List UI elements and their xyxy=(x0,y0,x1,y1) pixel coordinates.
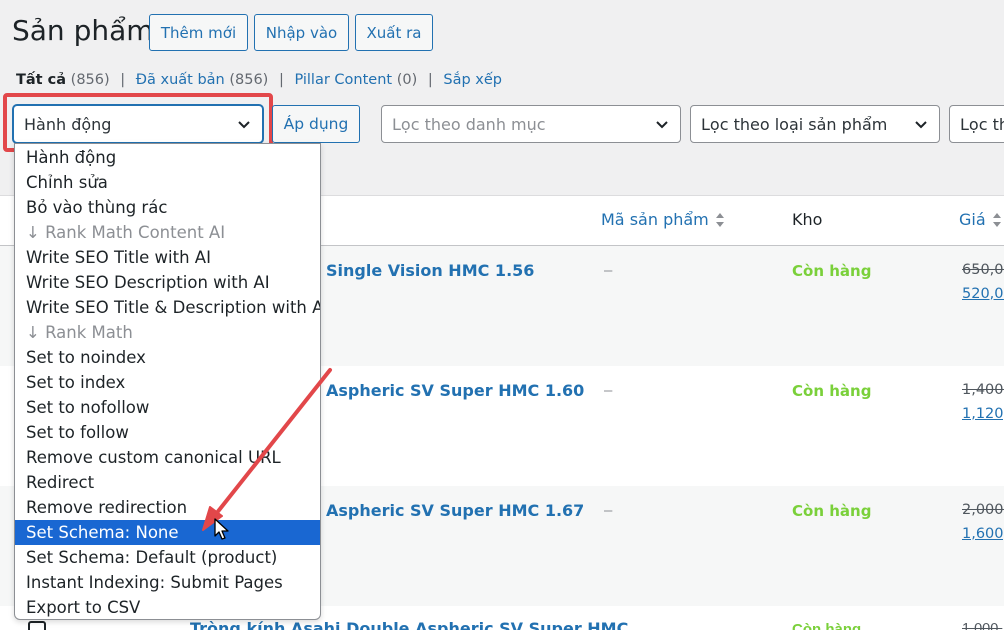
dropdown-option[interactable]: Write SEO Description with AI xyxy=(15,270,320,295)
dropdown-option[interactable]: Write SEO Title with AI xyxy=(15,245,320,270)
status-views: Tất cả (856) | Đã xuất bản (856) | Pilla… xyxy=(16,72,502,88)
price-sale: 1,120, xyxy=(962,406,1004,422)
view-published[interactable]: Đã xuất bản xyxy=(136,72,225,88)
category-filter-placeholder: Lọc theo danh mục xyxy=(392,114,546,134)
dropdown-option[interactable]: Set Schema: None xyxy=(15,520,320,545)
price-sale: 1,600, xyxy=(962,526,1004,542)
view-pillar-content[interactable]: Pillar Content xyxy=(294,72,392,88)
product-name-link[interactable]: Tròng kính Asahi Double Aspheric SV Supe… xyxy=(190,619,628,630)
dropdown-option[interactable]: Set Schema: Default (product) xyxy=(15,545,320,570)
price-regular: 2,000, xyxy=(962,502,1004,518)
dropdown-option[interactable]: Set to follow xyxy=(15,420,320,445)
price-regular: 1,000, xyxy=(962,621,1003,630)
view-all[interactable]: Tất cả xyxy=(16,72,66,88)
apply-button[interactable]: Áp dụng xyxy=(272,105,360,143)
row-checkbox[interactable] xyxy=(28,621,46,630)
view-separator: | xyxy=(120,72,126,88)
column-header-sku-label: Mã sản phẩm xyxy=(601,210,709,229)
dropdown-option[interactable]: Set to nofollow xyxy=(15,395,320,420)
stock-status: Còn hàng xyxy=(792,382,872,400)
dropdown-option[interactable]: Hành động xyxy=(15,145,320,170)
view-pillar-count: (0) xyxy=(396,72,418,88)
product-type-filter-select[interactable]: Lọc theo loại sản phẩm xyxy=(690,105,940,143)
dropdown-option[interactable]: Set to noindex xyxy=(15,345,320,370)
column-header-price-label: Giá xyxy=(959,210,986,229)
product-name-link[interactable]: Aspheric SV Super HMC 1.67 xyxy=(326,501,584,520)
stock-status: Còn hàng xyxy=(792,502,872,520)
chevron-down-icon xyxy=(656,121,668,129)
column-header-stock: Kho xyxy=(792,210,823,229)
column-header-price[interactable]: Giá xyxy=(959,210,1002,229)
sort-icon xyxy=(992,212,1001,227)
product-name-link[interactable]: Single Vision HMC 1.56 xyxy=(326,261,534,280)
stock-filter-select[interactable]: Lọc th xyxy=(949,105,1004,143)
page-title: Sản phẩm xyxy=(12,14,154,47)
add-new-button[interactable]: Thêm mới xyxy=(149,14,248,51)
price-sale: 520,00 xyxy=(962,286,1004,302)
view-published-count: (856) xyxy=(229,72,269,88)
price-regular: 1,400, xyxy=(962,382,1004,398)
dropdown-option[interactable]: Redirect xyxy=(15,470,320,495)
bulk-action-dropdown: Hành động Chỉnh sửa Bỏ vào thùng rác ↓ Rank… xyxy=(14,143,321,620)
product-type-filter-value: Lọc theo loại sản phẩm xyxy=(701,114,888,134)
price-regular: 650,00 xyxy=(962,262,1004,278)
stock-status: Còn hàng xyxy=(792,262,872,280)
view-all-count: (856) xyxy=(70,72,110,88)
dropdown-option[interactable]: Chỉnh sửa xyxy=(15,170,320,195)
dropdown-option[interactable]: Instant Indexing: Submit Pages xyxy=(15,570,320,595)
dropdown-option[interactable]: Export to CSV xyxy=(15,595,320,619)
view-sort[interactable]: Sắp xếp xyxy=(443,72,502,88)
view-separator: | xyxy=(427,72,433,88)
product-name-link[interactable]: Aspheric SV Super HMC 1.60 xyxy=(326,381,584,400)
product-sku: – xyxy=(604,262,613,279)
mouse-pointer-icon xyxy=(214,518,229,540)
import-button[interactable]: Nhập vào xyxy=(254,14,349,51)
dropdown-option[interactable]: Set to index xyxy=(15,370,320,395)
dropdown-option[interactable]: Bỏ vào thùng rác xyxy=(15,195,320,220)
dropdown-option[interactable]: Remove custom canonical URL xyxy=(15,445,320,470)
dropdown-option[interactable]: Remove redirection xyxy=(15,495,320,520)
dropdown-group-label: ↓ Rank Math Content AI xyxy=(26,223,226,242)
category-filter-select[interactable]: Lọc theo danh mục xyxy=(381,105,681,143)
column-header-sku[interactable]: Mã sản phẩm xyxy=(601,210,725,229)
sort-icon xyxy=(715,212,724,227)
product-sku: – xyxy=(604,382,613,399)
dropdown-group-label: ↓ Rank Math xyxy=(26,323,133,342)
product-sku: – xyxy=(604,502,613,519)
view-separator: | xyxy=(278,72,284,88)
chevron-down-icon xyxy=(915,121,927,129)
stock-filter-value: Lọc th xyxy=(960,114,1004,134)
export-button[interactable]: Xuất ra xyxy=(355,14,433,51)
dropdown-option[interactable]: Write SEO Title & Description with AI xyxy=(15,295,320,320)
stock-status: Còn hàng xyxy=(792,621,862,630)
